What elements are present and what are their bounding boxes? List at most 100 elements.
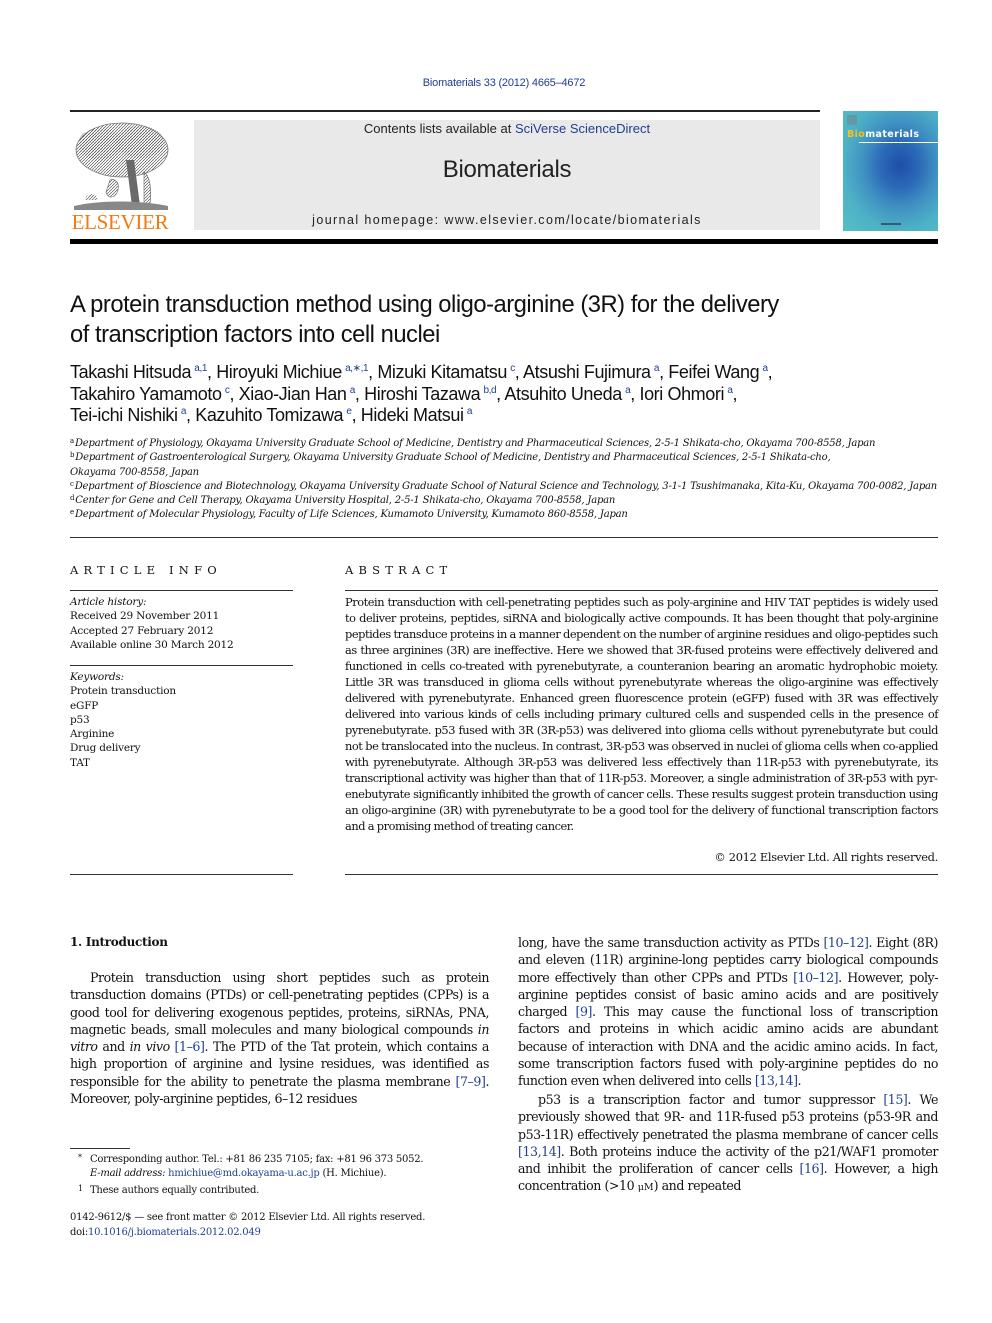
author-name[interactable]: Feifei Wang bbox=[668, 362, 759, 382]
author-separator: , bbox=[659, 362, 669, 382]
author-name[interactable]: Mizuki Kitamatsu bbox=[377, 362, 507, 382]
cover-title-accent: Bio bbox=[847, 129, 866, 140]
author-separator: , bbox=[514, 362, 524, 382]
author-name[interactable]: Kazuhito Tomizawa bbox=[195, 405, 343, 425]
affiliation-text: Department of Molecular Physiology, Facu… bbox=[74, 509, 628, 521]
citation-link[interactable]: [10–12] bbox=[823, 935, 868, 950]
email-suffix: (H. Michiue). bbox=[319, 1168, 387, 1180]
citation-link[interactable]: [13,14] bbox=[755, 1073, 798, 1088]
body-paragraph: p53 is a transcription factor and tumor … bbox=[518, 1091, 938, 1197]
sciencedirect-link[interactable]: SciVerse ScienceDirect bbox=[515, 121, 650, 136]
history-accepted: Accepted 27 February 2012 bbox=[70, 624, 214, 637]
elsevier-tree-icon bbox=[74, 122, 169, 210]
issn-line: 0142-9612/$ — see front matter © 2012 El… bbox=[70, 1212, 426, 1223]
author-name[interactable]: Takashi Hitsuda bbox=[70, 362, 191, 382]
author-name[interactable]: Iori Ohmori bbox=[639, 384, 724, 404]
author[interactable]: Hideki Matsui a bbox=[361, 405, 473, 425]
article-info-heading: ARTICLE INFO bbox=[70, 563, 222, 577]
abstract-bottom-rule bbox=[345, 874, 938, 875]
body-text: p53 is a transcription factor and tumor … bbox=[538, 1092, 884, 1107]
body-text: long, have the same transduction activit… bbox=[518, 935, 824, 950]
affiliation: aDepartment of Physiology, Okayama Unive… bbox=[70, 437, 950, 451]
journal-homepage-link[interactable]: journal homepage: www.elsevier.com/locat… bbox=[194, 213, 820, 227]
author[interactable]: Mizuki Kitamatsu c, bbox=[377, 362, 523, 382]
elsevier-wordmark: ELSEVIER bbox=[71, 210, 169, 234]
footnote-equal-contribution: 1 These authors equally contributed. bbox=[78, 1182, 498, 1198]
author[interactable]: Atsushi Fujimura a, bbox=[523, 362, 668, 382]
doi-link[interactable]: 10.1016/j.biomaterials.2012.02.049 bbox=[88, 1227, 261, 1238]
header-rule bbox=[70, 110, 820, 112]
author-affiliation-ref[interactable]: a,1 bbox=[194, 363, 207, 374]
citation-link[interactable]: [1–6] bbox=[175, 1039, 205, 1054]
section-heading-introduction: 1. Introduction bbox=[70, 935, 168, 949]
citation-link[interactable]: [10–12] bbox=[793, 970, 838, 985]
author-separator: , bbox=[229, 383, 239, 404]
abstract-copyright: © 2012 Elsevier Ltd. All rights reserved… bbox=[714, 850, 938, 864]
elsevier-logo: ELSEVIER bbox=[70, 120, 170, 234]
journal-cover-image: Biomaterials bbox=[843, 111, 938, 231]
author-name[interactable]: Tei-ichi Nishiki bbox=[70, 405, 178, 425]
keyword: Drug delivery bbox=[70, 742, 141, 755]
author[interactable]: Takahiro Yamamoto c, bbox=[70, 384, 239, 404]
author-name[interactable]: Hiroshi Tazawa bbox=[364, 384, 481, 404]
keyword: eGFP bbox=[70, 699, 99, 712]
cover-title: Biomaterials bbox=[847, 129, 919, 140]
author-affiliation-ref[interactable]: b,d bbox=[483, 385, 496, 396]
affiliation-text: Department of Gastroenterological Surger… bbox=[75, 452, 831, 464]
header-thick-rule bbox=[70, 239, 938, 244]
article-title: A protein transduction method using olig… bbox=[70, 290, 904, 350]
affiliation-key: a bbox=[70, 437, 74, 445]
author-line-1: Takashi Hitsuda a,1, Hiroyuki Michiue a,… bbox=[70, 362, 950, 384]
article-history-label: Article history: bbox=[70, 596, 147, 608]
author[interactable]: Hiroshi Tazawa b,d, bbox=[364, 384, 504, 404]
journal-citation-link[interactable]: Biomaterials 33 (2012) 4665–4672 bbox=[0, 77, 992, 89]
body-text: . bbox=[797, 1073, 802, 1089]
author[interactable]: Tei-ichi Nishiki a, bbox=[70, 405, 195, 425]
history-available-online: Available online 30 March 2012 bbox=[70, 638, 234, 651]
author-list: Takashi Hitsuda a,1, Hiroyuki Michiue a,… bbox=[70, 362, 950, 427]
affiliation: cDepartment of Bioscience and Biotechnol… bbox=[70, 480, 950, 494]
keyword: Protein transduction bbox=[70, 685, 176, 698]
author-name[interactable]: Xiao-Jian Han bbox=[239, 384, 347, 404]
footnote-text: Corresponding author. Tel.: +81 86 235 7… bbox=[90, 1154, 424, 1165]
author[interactable]: Atsuhito Uneda a, bbox=[504, 384, 639, 404]
author[interactable]: Kazuhito Tomizawa e, bbox=[195, 405, 361, 425]
contents-available-line: Contents lists available at SciVerse Sci… bbox=[194, 121, 820, 136]
author[interactable]: Takashi Hitsuda a,1, bbox=[70, 362, 216, 382]
cover-footer-mark bbox=[881, 223, 901, 225]
author[interactable]: Feifei Wang a, bbox=[668, 362, 772, 382]
front-matter: 0142-9612/$ — see front matter © 2012 El… bbox=[70, 1211, 510, 1240]
author-separator: , bbox=[351, 405, 361, 425]
citation-link[interactable]: [15] bbox=[883, 1092, 908, 1107]
author-affiliation-ref[interactable]: a,∗,1 bbox=[345, 363, 368, 374]
author-name[interactable]: Hiroyuki Michiue bbox=[216, 362, 342, 382]
affiliation-text: Department of Physiology, Okayama Univer… bbox=[74, 438, 876, 449]
author-name[interactable]: Hideki Matsui bbox=[361, 405, 464, 425]
citation-link[interactable]: [16] bbox=[800, 1161, 825, 1176]
author-name[interactable]: Atsushi Fujimura bbox=[523, 362, 651, 382]
footnotes: * Corresponding author. Tel.: +81 86 235 … bbox=[78, 1151, 498, 1198]
journal-name: Biomaterials bbox=[442, 156, 572, 183]
author[interactable]: Iori Ohmori a, bbox=[639, 384, 737, 404]
author-name[interactable]: Atsuhito Uneda bbox=[504, 384, 622, 404]
citation-link[interactable]: [9] bbox=[576, 1004, 593, 1019]
affiliation-list: aDepartment of Physiology, Okayama Unive… bbox=[70, 437, 950, 523]
affiliation: dCenter for Gene and Cell Therapy, Okaya… bbox=[70, 494, 950, 508]
keyword: p53 bbox=[70, 713, 90, 726]
author-name[interactable]: Takahiro Yamamoto bbox=[70, 384, 222, 404]
author[interactable]: Hiroyuki Michiue a,∗,1, bbox=[216, 362, 377, 382]
email-link[interactable]: hmichiue@md.okayama-u.ac.jp bbox=[168, 1168, 320, 1179]
affiliation-key: c bbox=[70, 479, 74, 488]
body-paragraph: long, have the same transduction activit… bbox=[518, 934, 938, 1090]
footnote-corresponding-author: * Corresponding author. Tel.: +81 86 235 … bbox=[78, 1151, 498, 1167]
article-info-rule bbox=[70, 590, 293, 591]
affiliation-key: d bbox=[70, 494, 75, 503]
citation-link[interactable]: [13,14] bbox=[518, 1144, 561, 1159]
citation-link[interactable]: [7–9] bbox=[456, 1074, 486, 1089]
author-affiliation-ref[interactable]: a bbox=[467, 406, 473, 417]
author-separator: , bbox=[368, 362, 378, 382]
unit-micromolar: μM bbox=[637, 1182, 654, 1194]
affiliation-key: b bbox=[70, 451, 75, 460]
author[interactable]: Xiao-Jian Han a, bbox=[239, 384, 364, 404]
cover-title-rest: materials bbox=[865, 129, 920, 140]
